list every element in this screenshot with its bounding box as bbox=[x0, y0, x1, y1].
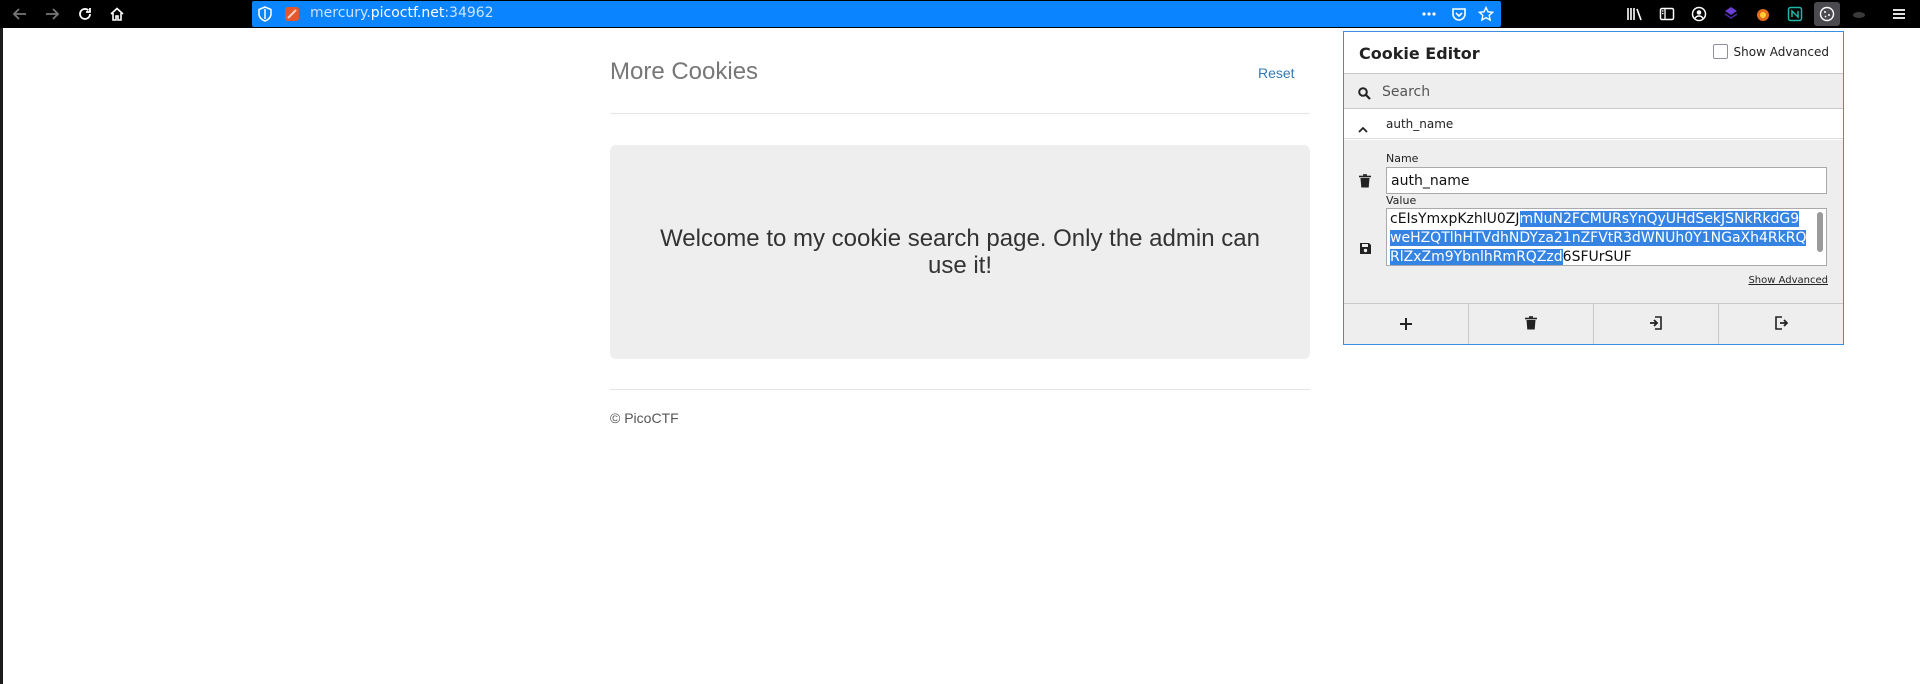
pocket-icon[interactable] bbox=[1451, 6, 1467, 26]
cookie-value-text[interactable]: cEIsYmxpKzhlU0ZJmNuN2FCMURsYnQyUHdSekJSN… bbox=[1390, 210, 1810, 265]
footer-divider bbox=[610, 389, 1310, 390]
show-advanced-link[interactable]: Show Advanced bbox=[1748, 275, 1828, 286]
add-cookie-button[interactable] bbox=[1344, 304, 1469, 344]
cookie-value-field[interactable]: cEIsYmxpKzhlU0ZJmNuN2FCMURsYnQyUHdSekJSN… bbox=[1386, 208, 1827, 266]
extension-icon[interactable] bbox=[1718, 2, 1744, 26]
cookie-editor-icon[interactable] bbox=[1814, 2, 1840, 26]
delete-cookie-icon[interactable] bbox=[1359, 173, 1371, 192]
cookie-item-header[interactable]: auth_name bbox=[1344, 110, 1843, 139]
cookie-editor-popup: Cookie Editor Show Advanced auth_name Na… bbox=[1343, 31, 1844, 345]
value-unselected-start: cEIsYmxpKzhlU0ZJ bbox=[1390, 211, 1520, 227]
extension-icon[interactable] bbox=[1782, 2, 1808, 26]
header-divider bbox=[610, 113, 1310, 114]
browser-toolbar: mercury.picoctf.net:34962 bbox=[0, 0, 1920, 28]
action-bar bbox=[1344, 303, 1843, 344]
reload-icon[interactable] bbox=[72, 2, 98, 26]
page-title: More Cookies bbox=[610, 58, 759, 85]
welcome-message: Welcome to my cookie search page. Only t… bbox=[660, 225, 1260, 279]
back-icon[interactable] bbox=[7, 2, 33, 26]
name-label: Name bbox=[1386, 152, 1419, 165]
extension-icon[interactable] bbox=[1846, 2, 1872, 26]
import-icon bbox=[1649, 315, 1663, 334]
sidebar-icon[interactable] bbox=[1654, 2, 1680, 26]
window-border bbox=[0, 28, 3, 684]
extension-icon[interactable] bbox=[1750, 2, 1776, 26]
url-host-domain: picoctf.net bbox=[370, 5, 445, 21]
library-icon[interactable] bbox=[1622, 2, 1648, 26]
show-advanced-label: Show Advanced bbox=[1733, 44, 1829, 59]
value-scrollbar[interactable] bbox=[1817, 212, 1823, 252]
search-bar bbox=[1344, 73, 1843, 109]
delete-all-icon bbox=[1525, 315, 1537, 334]
chevron-up-icon[interactable] bbox=[1358, 119, 1368, 138]
cookie-name-field[interactable] bbox=[1386, 167, 1827, 194]
url-text[interactable]: mercury.picoctf.net:34962 bbox=[310, 5, 494, 21]
jumbotron: Welcome to my cookie search page. Only t… bbox=[610, 145, 1310, 359]
account-icon[interactable] bbox=[1686, 2, 1712, 26]
cookie-details: Name Value cEIsYmxpKzhlU0ZJmNuN2FCMURsYn… bbox=[1344, 140, 1843, 303]
show-advanced-toggle[interactable]: Show Advanced bbox=[1712, 44, 1829, 59]
add-icon bbox=[1400, 315, 1412, 334]
value-label: Value bbox=[1386, 194, 1417, 207]
url-host-prefix: mercury. bbox=[310, 5, 371, 21]
url-port: :34962 bbox=[444, 5, 494, 21]
menu-icon[interactable] bbox=[1886, 2, 1912, 26]
bookmark-star-icon[interactable] bbox=[1477, 5, 1495, 26]
show-advanced-checkbox[interactable] bbox=[1712, 44, 1728, 59]
site-icon[interactable] bbox=[284, 6, 300, 26]
save-cookie-icon[interactable] bbox=[1359, 240, 1372, 259]
search-icon bbox=[1358, 85, 1371, 104]
forward-icon[interactable] bbox=[39, 2, 65, 26]
url-bar[interactable]: mercury.picoctf.net:34962 bbox=[252, 1, 1501, 27]
home-icon[interactable] bbox=[104, 2, 130, 26]
more-dots-icon[interactable] bbox=[1421, 6, 1437, 26]
reset-link[interactable]: Reset bbox=[1258, 65, 1295, 81]
export-button[interactable] bbox=[1719, 304, 1843, 344]
delete-all-button[interactable] bbox=[1469, 304, 1594, 344]
export-icon bbox=[1774, 315, 1789, 334]
cookie-item-name: auth_name bbox=[1386, 117, 1454, 131]
value-unselected-end: 6SFUrSUF bbox=[1562, 249, 1632, 265]
search-input[interactable] bbox=[1382, 82, 1822, 102]
shield-icon[interactable] bbox=[258, 6, 272, 26]
import-button[interactable] bbox=[1594, 304, 1719, 344]
popup-title: Cookie Editor bbox=[1359, 44, 1480, 63]
footer-copyright: © PicoCTF bbox=[610, 410, 679, 426]
